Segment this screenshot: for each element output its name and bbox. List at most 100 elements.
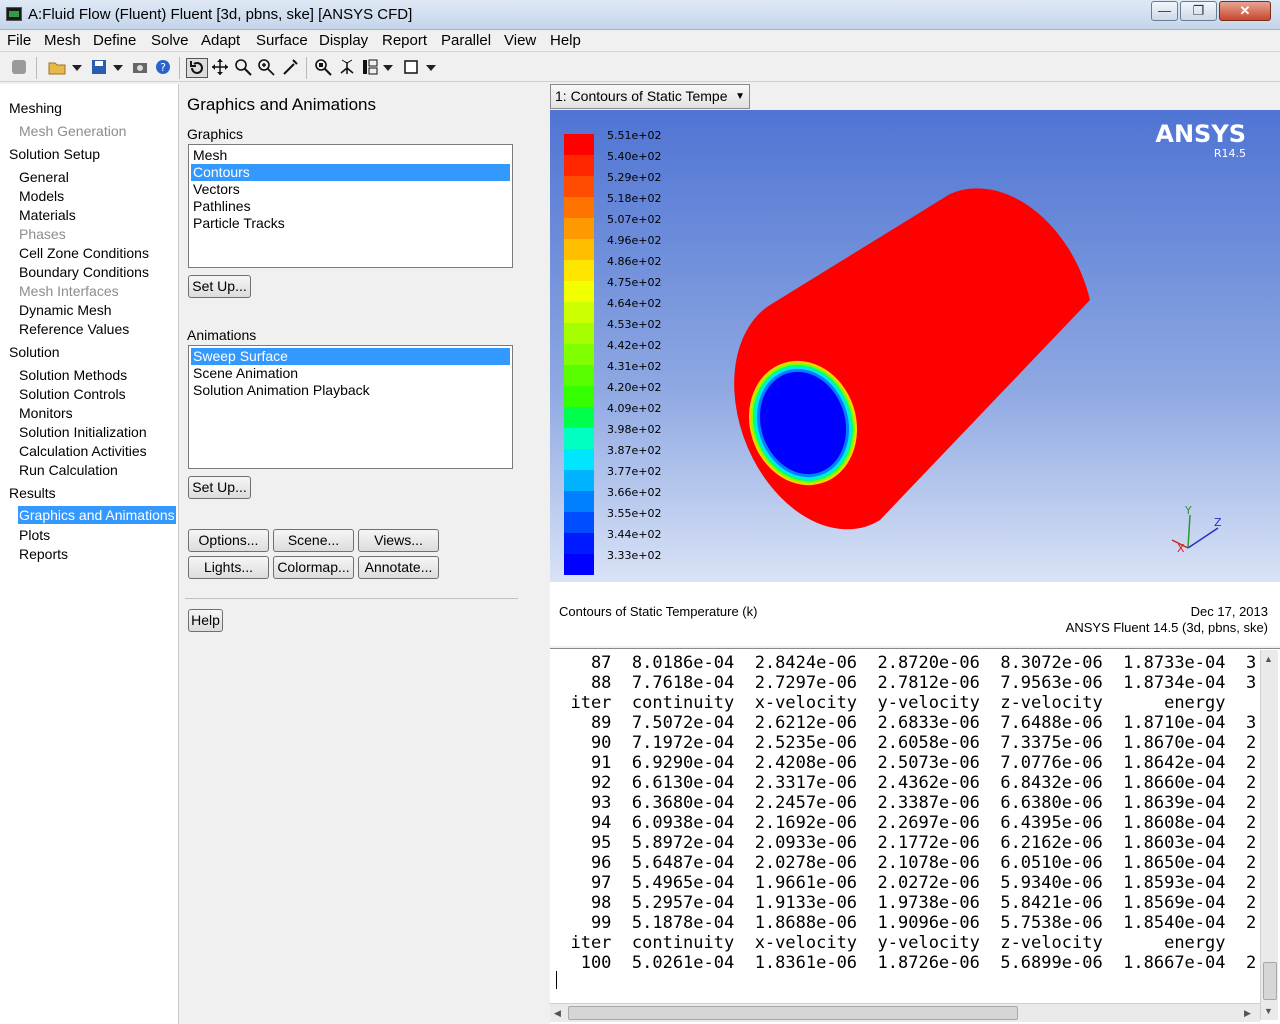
probe-icon[interactable] [280, 58, 300, 78]
graphics-item-particle-tracks[interactable]: Particle Tracks [191, 215, 510, 232]
nav-solution[interactable]: Solution [9, 343, 60, 361]
graphics-setup-button[interactable]: Set Up... [188, 275, 251, 298]
menu-solve[interactable]: Solve [151, 31, 189, 51]
help-icon[interactable]: ? [153, 58, 173, 78]
nav-results[interactable]: Results [9, 484, 56, 502]
lights-button[interactable]: Lights... [188, 556, 269, 579]
colormap-button[interactable]: Colormap... [273, 556, 354, 579]
colorbar-swatch [564, 134, 594, 155]
animation-item-scene-animation[interactable]: Scene Animation [191, 365, 510, 382]
nav-solution-initialization[interactable]: Solution Initialization [19, 423, 147, 441]
nav-reference-values[interactable]: Reference Values [19, 320, 129, 338]
rotate-icon[interactable] [186, 58, 208, 78]
help-button[interactable]: Help [188, 609, 223, 632]
menu-display[interactable]: Display [319, 31, 368, 51]
graphics-item-contours[interactable]: Contours [191, 164, 510, 181]
layout-icon[interactable] [361, 58, 379, 78]
navigation-pane: Meshing Mesh Generation Solution Setup G… [0, 84, 179, 1024]
graphics-viewport[interactable]: 5.51e+02 5.40e+02 5.29e+02 5.18e+02 5.07e+02… [550, 110, 1280, 646]
graphics-item-pathlines[interactable]: Pathlines [191, 198, 510, 215]
axes-icon[interactable] [337, 58, 357, 78]
menu-report[interactable]: Report [382, 31, 427, 51]
nav-monitors[interactable]: Monitors [19, 404, 73, 422]
toolbar: ? [0, 54, 1280, 82]
console-horizontal-scrollbar[interactable]: ◀ ▶ [550, 1003, 1260, 1022]
nav-run-calculation[interactable]: Run Calculation [19, 461, 118, 479]
colorbar-swatch [564, 218, 594, 239]
dropdown-arrow-icon[interactable] [424, 58, 438, 78]
colorbar-label: 5.51e+02 [607, 129, 661, 142]
nav-solution-methods[interactable]: Solution Methods [19, 366, 127, 384]
nav-solution-controls[interactable]: Solution Controls [19, 385, 126, 403]
console-line: 97 5.4965e-04 1.9661e-06 2.0272e-06 5.93… [550, 873, 1267, 893]
pan-icon[interactable] [210, 58, 230, 78]
nav-models[interactable]: Models [19, 187, 64, 205]
nav-mesh-interfaces[interactable]: Mesh Interfaces [19, 282, 119, 300]
nav-meshing[interactable]: Meshing [9, 99, 62, 117]
dropdown-arrow-icon[interactable] [70, 58, 84, 78]
scroll-right-icon[interactable]: ▶ [1244, 1008, 1251, 1019]
nav-general[interactable]: General [19, 168, 69, 186]
views-button[interactable]: Views... [358, 529, 439, 552]
save-icon[interactable] [89, 58, 109, 78]
menu-parallel[interactable]: Parallel [441, 31, 491, 51]
colorbar-swatch [564, 176, 594, 197]
graphics-item-mesh[interactable]: Mesh [191, 147, 510, 164]
menu-help[interactable]: Help [550, 31, 581, 51]
console-panel[interactable]: 87 8.0186e-04 2.8424e-06 2.8720e-06 8.30… [550, 648, 1280, 1024]
nav-graphics-and-animations[interactable]: Graphics and Animations [18, 506, 176, 524]
animation-item-solution-animation-playback[interactable]: Solution Animation Playback [191, 382, 510, 399]
scroll-left-icon[interactable]: ◀ [554, 1008, 561, 1019]
colorbar-swatch [564, 470, 594, 491]
screenshot-icon[interactable] [130, 58, 150, 78]
console-line: 94 6.0938e-04 2.1692e-06 2.2697e-06 6.43… [550, 813, 1267, 833]
menu-file[interactable]: File [7, 31, 31, 51]
maximize-button[interactable]: ❐ [1180, 1, 1217, 21]
zoom-in-icon[interactable] [233, 58, 253, 78]
dropdown-arrow-icon[interactable] [111, 58, 125, 78]
minimize-button[interactable]: — [1151, 1, 1178, 21]
animations-label: Animations [187, 327, 257, 343]
nav-boundary-conditions[interactable]: Boundary Conditions [19, 263, 149, 281]
console-vertical-scrollbar[interactable]: ▲ ▼ [1260, 650, 1278, 1020]
graphics-list[interactable]: Mesh Contours Vectors Pathlines Particle… [188, 144, 513, 268]
nav-solution-setup[interactable]: Solution Setup [9, 145, 100, 163]
menu-surface[interactable]: Surface [256, 31, 308, 51]
scroll-down-icon[interactable]: ▼ [1264, 1006, 1273, 1016]
stop-icon[interactable] [8, 58, 30, 78]
nav-mesh-generation[interactable]: Mesh Generation [19, 122, 126, 140]
horizontal-scroll-thumb[interactable] [568, 1006, 1018, 1020]
animations-setup-button[interactable]: Set Up... [188, 476, 251, 499]
animations-list[interactable]: Sweep Surface Scene Animation Solution A… [188, 345, 513, 469]
nav-cell-zone-conditions[interactable]: Cell Zone Conditions [19, 244, 149, 262]
graphics-window-selector[interactable]: 1: Contours of Static Tempe ▼ [550, 84, 750, 109]
nav-dynamic-mesh[interactable]: Dynamic Mesh [19, 301, 112, 319]
colorbar-swatch [564, 239, 594, 260]
animation-item-sweep-surface[interactable]: Sweep Surface [191, 348, 510, 365]
open-folder-icon[interactable] [46, 58, 68, 78]
nav-materials[interactable]: Materials [19, 206, 76, 224]
menu-adapt[interactable]: Adapt [201, 31, 240, 51]
colorbar-label: 3.87e+02 [607, 444, 661, 457]
annotate-button[interactable]: Annotate... [358, 556, 439, 579]
window-icon[interactable] [402, 58, 420, 78]
close-button[interactable]: ✕ [1219, 1, 1271, 21]
menu-define[interactable]: Define [93, 31, 136, 51]
graphics-caption: Contours of Static Temperature (k) Dec 1… [550, 582, 1280, 646]
dropdown-arrow-icon[interactable] [381, 58, 395, 78]
console-output: 87 8.0186e-04 2.8424e-06 2.8720e-06 8.30… [550, 653, 1266, 973]
nav-phases[interactable]: Phases [19, 225, 66, 243]
menu-mesh[interactable]: Mesh [44, 31, 81, 51]
nav-reports[interactable]: Reports [19, 545, 68, 563]
zoom-fit-icon[interactable] [313, 58, 333, 78]
options-button[interactable]: Options... [188, 529, 269, 552]
vertical-scroll-thumb[interactable] [1263, 962, 1277, 1000]
zoom-box-icon[interactable] [256, 58, 276, 78]
graphics-item-vectors[interactable]: Vectors [191, 181, 510, 198]
colorbar-swatch [564, 512, 594, 533]
nav-plots[interactable]: Plots [19, 526, 50, 544]
scene-button[interactable]: Scene... [273, 529, 354, 552]
scroll-up-icon[interactable]: ▲ [1264, 654, 1273, 664]
nav-calculation-activities[interactable]: Calculation Activities [19, 442, 147, 460]
menu-view[interactable]: View [504, 31, 536, 51]
